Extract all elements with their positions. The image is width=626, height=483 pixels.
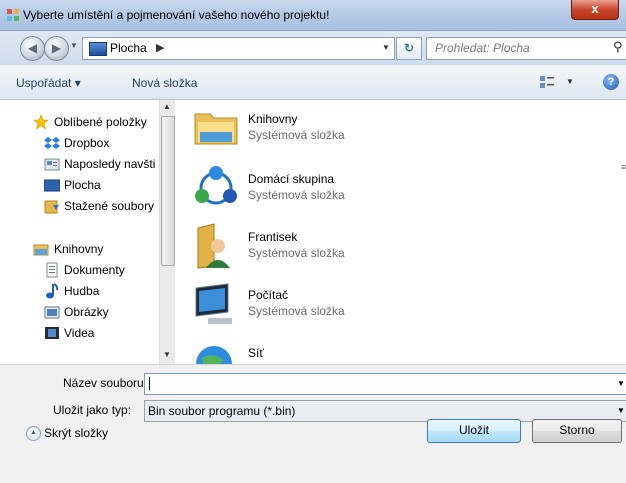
list-item-libraries[interactable]: Knihovny Systémová složka	[192, 104, 492, 156]
app-icon	[7, 9, 19, 21]
user-folder-icon	[197, 223, 230, 269]
list-item-computer[interactable]: Počítač Systémová složka	[192, 280, 492, 332]
scroll-up-icon[interactable]: ▲	[163, 102, 171, 111]
item-description: Systémová složka	[248, 128, 345, 142]
pictures-icon	[44, 306, 60, 319]
nav-label: Plocha	[64, 178, 101, 192]
title-bar: Vyberte umístění a pojmenování vašeho no…	[0, 0, 626, 31]
list-item-user-folder[interactable]: Frantisek Systémová složka	[192, 222, 492, 274]
nav-label: Videa	[64, 326, 95, 340]
filename-field[interactable]: ▼	[144, 373, 626, 395]
search-icon[interactable]: ⚲	[613, 39, 623, 55]
desktop-icon	[44, 179, 60, 192]
documents-icon	[46, 262, 58, 278]
star-icon	[33, 114, 49, 130]
list-item-network[interactable]: Síť	[192, 338, 492, 364]
address-row: ◀ ▶ ▼ Plocha ▶ ▼ ↻ Prohledat: Plocha ⚲	[0, 31, 626, 65]
view-dropdown-icon[interactable]: ▼	[566, 77, 574, 86]
nav-label: Dropbox	[64, 136, 110, 150]
file-list: Knihovny Systémová složka Domácí skupina…	[175, 100, 626, 364]
nav-label: Hudba	[64, 284, 100, 298]
breadcrumb-chevron-icon[interactable]: ▶	[156, 41, 164, 54]
nav-label: Knihovny	[54, 242, 104, 256]
recent-places-icon	[44, 158, 60, 171]
dropbox-icon	[44, 137, 60, 149]
text-caret	[149, 377, 150, 390]
nav-label: Obrázky	[64, 305, 109, 319]
search-placeholder: Prohledat: Plocha	[435, 41, 530, 55]
videos-icon	[45, 327, 59, 339]
libraries-folder-icon	[194, 113, 238, 145]
music-icon	[46, 283, 59, 299]
desktop-icon	[89, 42, 107, 56]
network-icon	[196, 346, 232, 364]
address-dropdown-icon[interactable]: ▼	[382, 43, 390, 52]
computer-icon	[195, 283, 232, 324]
navigation-pane: Oblíbené položky Dropbox Naposledy navšt…	[0, 100, 175, 364]
content-scrollbar-grip[interactable]: ≡	[621, 162, 626, 172]
filename-dropdown-icon[interactable]: ▼	[617, 379, 625, 388]
filetype-label: Uložit jako typ:	[53, 403, 132, 417]
filetype-value: Bin soubor programu (*.bin)	[148, 404, 296, 418]
item-name: Frantisek	[248, 230, 298, 244]
back-arrow-icon: ◀	[27, 41, 38, 55]
hide-folders-button[interactable]: ▲ Skrýt složky	[24, 425, 144, 441]
nav-label: Dokumenty	[64, 263, 125, 277]
window-title: Vyberte umístění a pojmenování vašeho no…	[23, 8, 330, 22]
view-options-icon[interactable]	[539, 74, 555, 90]
refresh-button[interactable]: ↻	[396, 37, 422, 60]
scroll-down-icon[interactable]: ▼	[163, 350, 171, 359]
item-name: Knihovny	[248, 112, 298, 126]
filename-label: Název souboru:	[63, 376, 148, 390]
address-bar[interactable]: Plocha ▶ ▼	[82, 37, 395, 60]
downloads-icon	[44, 200, 59, 214]
homegroup-icon	[195, 166, 237, 205]
filetype-dropdown-icon[interactable]: ▼	[617, 406, 625, 415]
item-description: Systémová složka	[248, 188, 345, 202]
item-name: Počítač	[248, 288, 289, 302]
list-item-homegroup[interactable]: Domácí skupina Systémová složka	[192, 164, 492, 216]
nav-label: Naposledy navšti	[64, 157, 156, 171]
help-icon[interactable]: ?	[603, 74, 619, 90]
search-input[interactable]: Prohledat: Plocha ⚲	[426, 37, 626, 60]
new-folder-button[interactable]: Nová složka	[132, 76, 197, 90]
command-bar: Uspořádat ▾ Nová složka ▼ ?	[0, 66, 626, 100]
libraries-icon	[33, 244, 49, 256]
save-button[interactable]: Uložit	[427, 419, 521, 443]
cancel-button[interactable]: Storno	[532, 419, 622, 443]
close-button[interactable]: x	[571, 0, 619, 20]
item-name: Síť	[248, 346, 264, 360]
item-description: Systémová složka	[248, 304, 345, 318]
collapse-up-icon: ▲	[26, 426, 41, 441]
refresh-icon: ↻	[403, 41, 415, 55]
item-description: Systémová složka	[248, 246, 345, 260]
navigation-scrollbar[interactable]: ▲ ▼	[159, 100, 175, 364]
nav-label: Oblíbené položky	[54, 115, 147, 129]
nav-label: Stažené soubory	[64, 199, 155, 213]
hide-folders-label: Skrýt složky	[44, 426, 109, 440]
address-location[interactable]: Plocha	[110, 41, 147, 55]
item-name: Domácí skupina	[248, 172, 335, 186]
forward-button[interactable]: ▶	[44, 36, 69, 61]
organize-button[interactable]: Uspořádat ▾	[16, 76, 81, 90]
back-button[interactable]: ◀	[20, 36, 45, 61]
recent-locations-dropdown-icon[interactable]: ▼	[70, 41, 78, 50]
scrollbar-thumb[interactable]	[161, 116, 175, 266]
forward-arrow-icon: ▶	[51, 41, 62, 55]
